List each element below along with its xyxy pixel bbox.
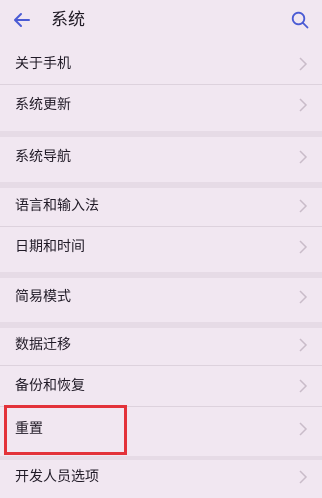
chevron-right-icon [299,338,308,352]
app-header: 系统 [0,0,322,42]
chevron-right-icon [299,57,308,71]
menu-item-label: 系统导航 [15,149,71,165]
search-button[interactable] [288,8,312,32]
chevron-right-icon [299,98,308,112]
menu-item-label: 开发人员选项 [15,469,99,485]
search-icon [291,11,309,29]
chevron-right-icon [299,240,308,254]
highlight-box [4,405,127,455]
menu-item-about-phone[interactable]: 关于手机 [0,44,322,84]
chevron-right-icon [299,379,308,393]
chevron-right-icon [299,150,308,164]
chevron-right-icon [299,199,308,213]
chevron-right-icon [299,422,308,436]
menu-item-developer-options[interactable]: 开发人员选项 [0,459,322,495]
arrow-left-icon [14,13,30,27]
back-button[interactable] [10,8,34,32]
menu-item-label: 关于手机 [15,56,71,72]
menu-item-label: 日期和时间 [15,239,85,255]
chevron-right-icon [299,470,308,484]
menu-item-label: 备份和恢复 [15,378,85,394]
menu-item-system-navigation[interactable]: 系统导航 [0,137,322,177]
page-title: 系统 [51,10,85,30]
menu-item-label: 数据迁移 [15,337,71,353]
menu-item-language-input[interactable]: 语言和输入法 [0,186,322,226]
menu-item-label: 语言和输入法 [15,198,99,214]
menu-item-date-time[interactable]: 日期和时间 [0,227,322,267]
menu-item-data-migration[interactable]: 数据迁移 [0,325,322,365]
menu-item-system-update[interactable]: 系统更新 [0,85,322,125]
menu-item-backup-restore[interactable]: 备份和恢复 [0,366,322,406]
menu-item-label: 简易模式 [15,289,71,305]
menu-item-label: 系统更新 [15,97,71,113]
menu-item-simple-mode[interactable]: 简易模式 [0,277,322,317]
chevron-right-icon [299,290,308,304]
